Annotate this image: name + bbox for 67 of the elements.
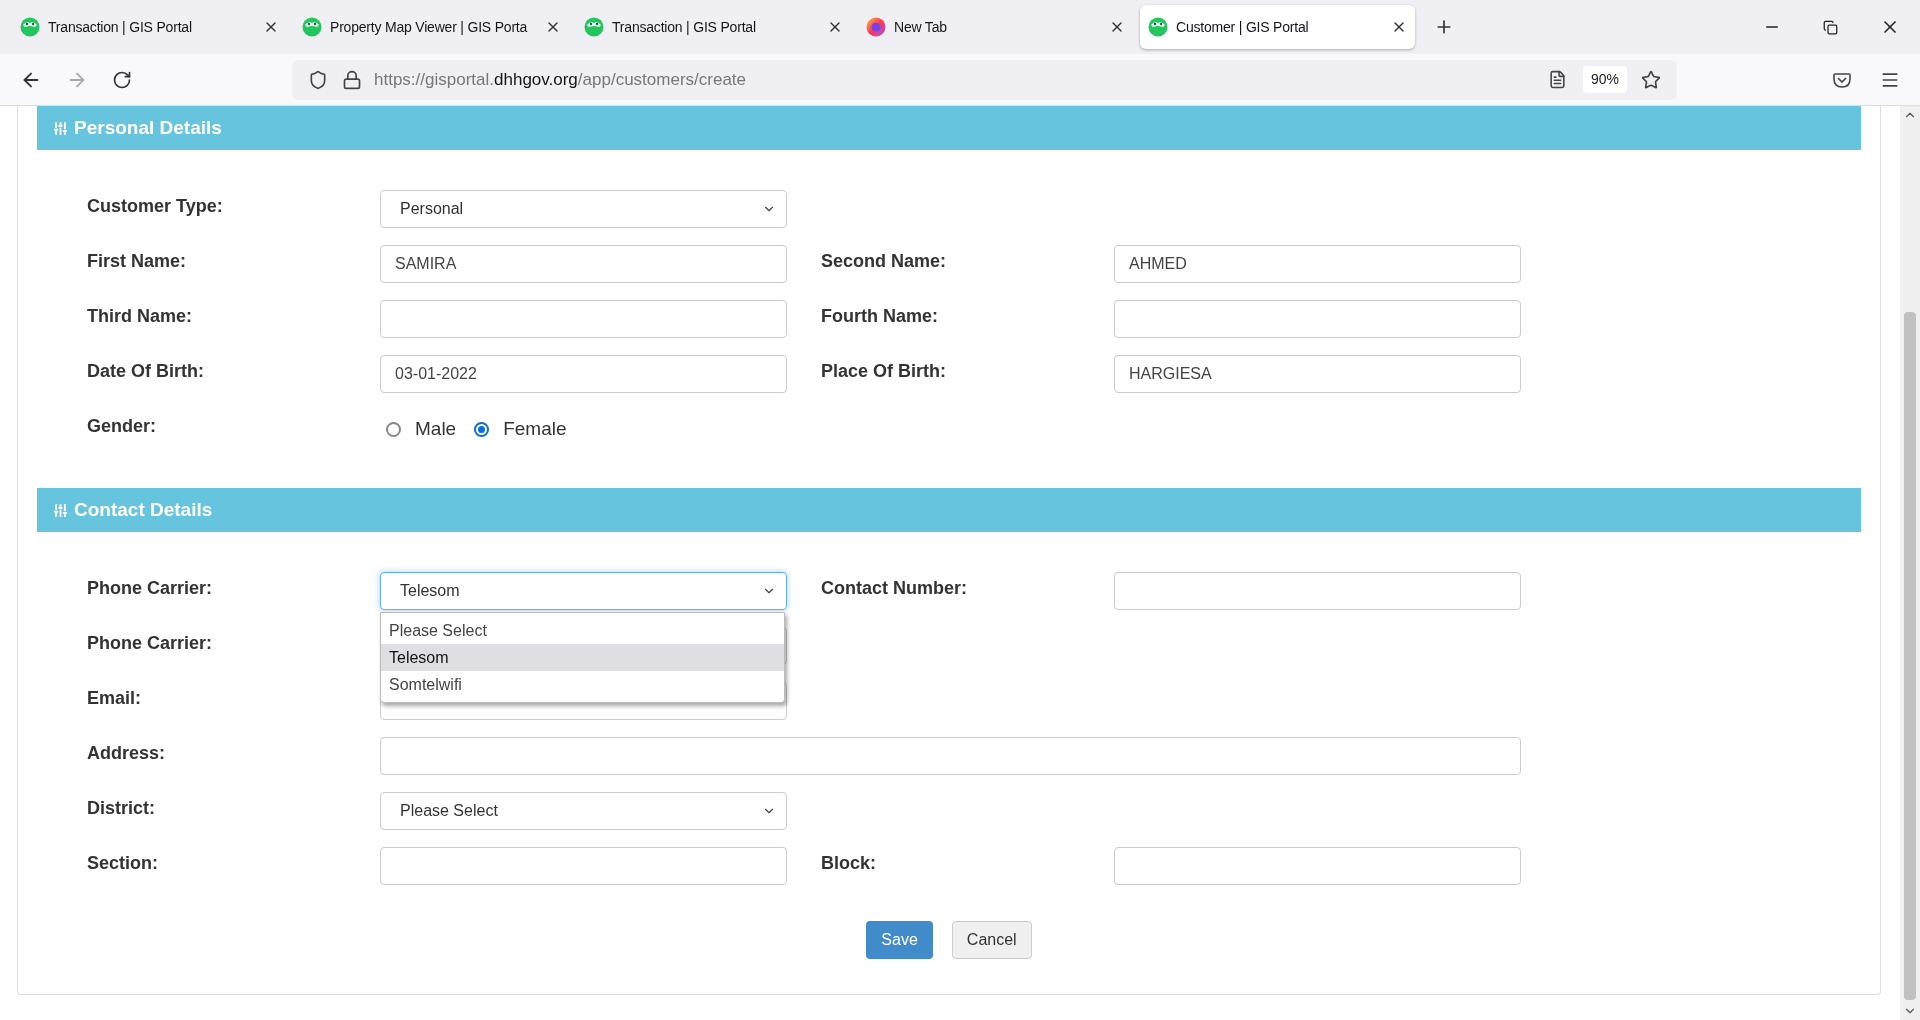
- radio-label: Female: [503, 416, 567, 441]
- input-field[interactable]: [380, 847, 787, 885]
- field-label: Gender:: [87, 416, 156, 436]
- field-label: Fourth Name:: [821, 306, 938, 326]
- globe-logo-icon: [302, 17, 322, 37]
- tab-title: Customer | GIS Portal: [1176, 17, 1310, 37]
- browser-tab[interactable]: Transaction | GIS Portal: [576, 5, 851, 49]
- shield-icon: [308, 69, 328, 90]
- field-label: Phone Carrier:: [87, 578, 213, 598]
- tab-title: Transaction | GIS Portal: [612, 17, 757, 37]
- input-field[interactable]: [1114, 847, 1521, 885]
- field-label: Phone Carrier:: [87, 633, 213, 653]
- field-label: Third Name:: [87, 306, 192, 326]
- reload-icon[interactable]: [112, 69, 132, 90]
- input-field[interactable]: 03-01-2022: [380, 355, 787, 393]
- sliders-icon: [53, 120, 68, 136]
- sliders-icon: [53, 502, 68, 518]
- globe-logo-icon: [1148, 17, 1168, 37]
- browser-tab[interactable]: Transaction | GIS Portal: [12, 5, 287, 49]
- address-bar[interactable]: https://gisportal.dhhgov.org/app/customers/create 90%: [292, 59, 1677, 100]
- field-label: Date Of Birth:: [87, 361, 204, 381]
- section-title: Personal Details: [74, 115, 222, 140]
- tab-title: Transaction | GIS Portal: [48, 17, 193, 37]
- save-button[interactable]: Save: [866, 921, 933, 959]
- field-label: Block:: [821, 853, 876, 873]
- field-label: Section:: [87, 853, 158, 873]
- scrollbar[interactable]: [1900, 106, 1920, 1020]
- input-field[interactable]: [1114, 300, 1521, 338]
- browser-tab[interactable]: Property Map Viewer | GIS Porta: [294, 5, 569, 49]
- browser-tab[interactable]: New Tab: [858, 5, 1133, 49]
- cancel-button[interactable]: Cancel: [951, 921, 1032, 959]
- radio-button[interactable]: [474, 421, 490, 437]
- input-field[interactable]: SAMIRA: [380, 245, 787, 283]
- input-field[interactable]: [380, 737, 1521, 775]
- globe-logo-icon: [20, 17, 40, 37]
- bookmark-star-icon[interactable]: [1641, 69, 1661, 90]
- field-label: Address:: [87, 743, 166, 763]
- section-title: Contact Details: [74, 497, 213, 522]
- select-field[interactable]: Telesom: [380, 572, 787, 610]
- globe-logo-icon: [584, 17, 604, 37]
- dropdown-option[interactable]: Please Select: [381, 617, 784, 644]
- browser-logo-icon: [866, 17, 886, 37]
- input-field[interactable]: [380, 300, 787, 338]
- field-label: Contact Number:: [821, 578, 967, 598]
- reader-view-icon[interactable]: [1547, 70, 1567, 89]
- field-label: Email:: [87, 688, 142, 708]
- url-text: https://gisportal.dhhgov.org/app/customers/create: [374, 68, 747, 91]
- input-field[interactable]: AHMED: [1114, 245, 1521, 283]
- field-label: Place Of Birth:: [821, 361, 947, 381]
- field-label: District:: [87, 798, 155, 818]
- input-field[interactable]: HARGIESA: [1114, 355, 1521, 393]
- dropdown-option[interactable]: Somtelwifi: [381, 671, 784, 698]
- tab-title: Property Map Viewer | GIS Porta: [330, 17, 529, 37]
- lock-icon: [342, 69, 362, 90]
- radio-label: Male: [415, 416, 457, 441]
- field-label: Second Name:: [821, 251, 947, 271]
- input-field[interactable]: [1114, 572, 1521, 610]
- field-label: Customer Type:: [87, 196, 223, 216]
- restore-icon[interactable]: [1823, 19, 1838, 35]
- select-field[interactable]: Personal: [380, 190, 787, 228]
- field-label: First Name:: [87, 251, 187, 271]
- zoom-level-badge[interactable]: 90%: [1582, 66, 1627, 93]
- dropdown-option[interactable]: Telesom: [381, 644, 784, 671]
- browser-tab[interactable]: Customer | GIS Portal: [1140, 5, 1415, 49]
- tab-title: New Tab: [894, 17, 948, 37]
- select-field[interactable]: Please Select: [380, 792, 787, 830]
- radio-button[interactable]: [386, 421, 401, 437]
